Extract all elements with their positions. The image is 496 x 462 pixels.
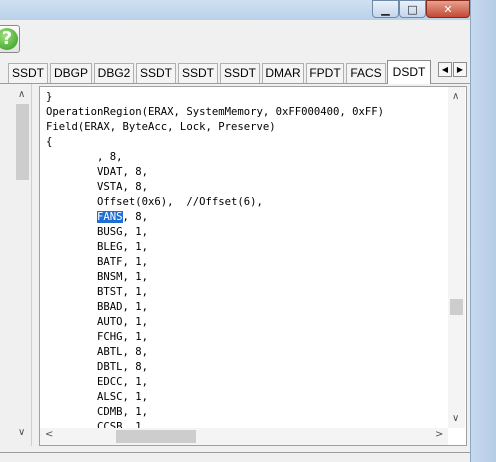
scroll-right-icon[interactable]: > bbox=[435, 429, 443, 440]
code-line: Field(ERAX, ByteAcc, Lock, Preserve) bbox=[46, 121, 276, 133]
code-line: EDCC, 1, bbox=[46, 376, 149, 388]
tab-dmar[interactable]: DMAR bbox=[262, 63, 304, 83]
code-editor[interactable]: } OperationRegion(ERAX, SystemMemory, 0xF… bbox=[39, 86, 467, 446]
code-line: VSTA, 8, bbox=[46, 181, 149, 193]
scroll-up-icon[interactable]: ∧ bbox=[452, 91, 459, 102]
code-line: CDMB, 1, bbox=[46, 406, 149, 418]
code-line: { bbox=[46, 136, 53, 148]
code-line: OperationRegion(ERAX, SystemMemory, 0xFF… bbox=[46, 106, 385, 118]
tab-ssdt-3[interactable]: SSDT bbox=[178, 63, 218, 83]
editor-vertical-scrollbar[interactable]: ∧ ∨ bbox=[448, 87, 465, 428]
code-line: FCHG, 1, bbox=[46, 331, 149, 343]
code-line: } bbox=[46, 91, 53, 103]
tab-dbgp[interactable]: DBGP bbox=[50, 63, 92, 83]
editor-horizontal-scrollbar[interactable]: < > bbox=[40, 428, 448, 445]
code-line: BNSM, 1, bbox=[46, 271, 149, 283]
scroll-down-icon[interactable]: ∨ bbox=[452, 413, 459, 424]
minimize-icon: ▁ bbox=[381, 2, 390, 16]
window-frame-right bbox=[470, 0, 496, 462]
code-line: BBAD, 1, bbox=[46, 301, 149, 313]
window-title-bar: ▁ □ ✕ bbox=[0, 0, 496, 20]
tab-ssdt-4[interactable]: SSDT bbox=[220, 63, 260, 83]
code-line: BLEG, 1, bbox=[46, 241, 149, 253]
scroll-up-icon[interactable]: ∧ bbox=[18, 89, 25, 100]
help-icon: ? bbox=[0, 28, 18, 50]
toolbar: ? bbox=[0, 20, 470, 59]
maximize-icon: □ bbox=[407, 2, 418, 16]
vertical-scroll-thumb[interactable] bbox=[450, 299, 463, 315]
table-tabs: SSDT DBGP DBG2 SSDT SSDT SSDT DMAR FPDT … bbox=[0, 58, 470, 84]
code-line: Offset(0x6), //Offset(6), bbox=[46, 196, 263, 208]
tab-dbg2[interactable]: DBG2 bbox=[94, 63, 134, 83]
code-line: AUTO, 1, bbox=[46, 316, 149, 328]
code-line: BTST, 1, bbox=[46, 286, 149, 298]
chevron-left-icon: ◀ bbox=[441, 65, 449, 74]
scroll-down-icon[interactable]: ∨ bbox=[18, 427, 25, 438]
code-text[interactable]: } OperationRegion(ERAX, SystemMemory, 0xF… bbox=[46, 90, 384, 435]
tab-fpdt[interactable]: FPDT bbox=[306, 63, 344, 83]
close-button[interactable]: ✕ bbox=[426, 0, 470, 18]
divider bbox=[0, 452, 470, 453]
tab-scroll-right-button[interactable]: ▶ bbox=[453, 62, 467, 77]
close-icon: ✕ bbox=[443, 2, 453, 16]
minimize-button[interactable]: ▁ bbox=[372, 0, 399, 18]
horizontal-scroll-thumb[interactable] bbox=[116, 430, 196, 443]
scroll-left-icon[interactable]: < bbox=[45, 429, 53, 440]
selected-text: FANS bbox=[97, 211, 123, 223]
code-line: FANS, 8, bbox=[97, 211, 149, 223]
chevron-right-icon: ▶ bbox=[456, 65, 464, 74]
code-line: ABTL, 8, bbox=[46, 346, 149, 358]
left-scroll-thumb[interactable] bbox=[16, 104, 29, 180]
code-line: BUSG, 1, bbox=[46, 226, 149, 238]
tab-ssdt-2[interactable]: SSDT bbox=[136, 63, 176, 83]
tab-ssdt-1[interactable]: SSDT bbox=[8, 63, 48, 83]
help-button[interactable]: ? bbox=[0, 25, 20, 53]
code-line: ALSC, 1, bbox=[46, 391, 149, 403]
maximize-button[interactable]: □ bbox=[399, 0, 426, 18]
code-line: , 8, bbox=[46, 151, 123, 163]
tab-dsdt[interactable]: DSDT bbox=[387, 60, 431, 84]
code-line: VDAT, 8, bbox=[46, 166, 149, 178]
code-line: DBTL, 8, bbox=[46, 361, 149, 373]
tab-scroll-left-button[interactable]: ◀ bbox=[438, 62, 452, 77]
left-pane-scrollbar[interactable]: ∧ ∨ bbox=[14, 84, 32, 446]
tab-facs[interactable]: FACS bbox=[346, 63, 386, 83]
code-line: BATF, 1, bbox=[46, 256, 149, 268]
